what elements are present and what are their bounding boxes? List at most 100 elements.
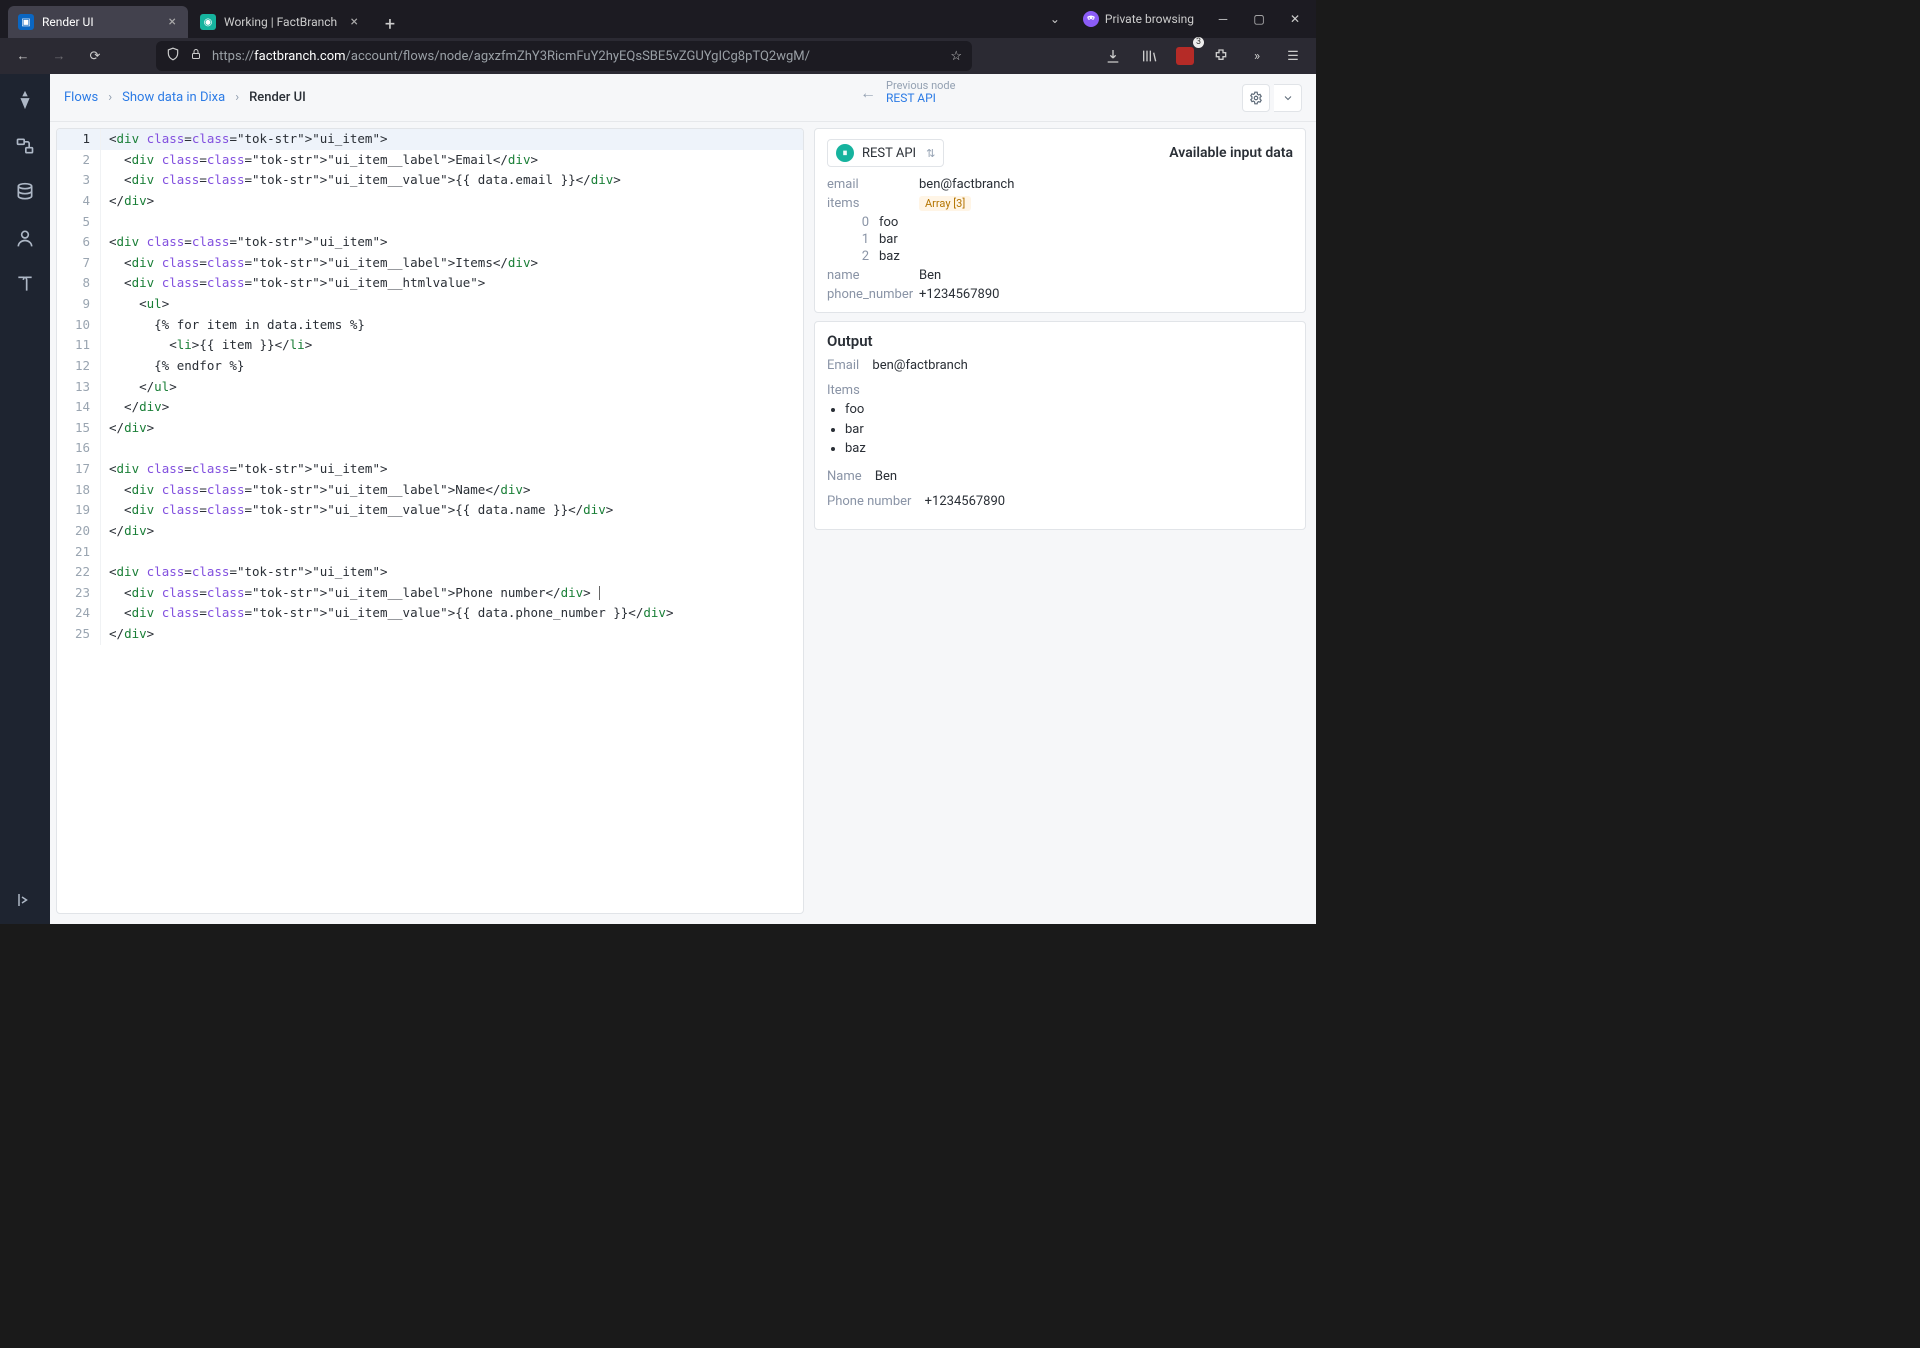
code-content[interactable] [101,212,803,233]
code-editor[interactable]: 1<div class=class="tok-str">"ui_item">2 … [56,128,804,914]
editor-line[interactable]: 10 {% for item in data.items %} [57,315,803,336]
lock-icon[interactable] [190,48,202,64]
editor-line[interactable]: 16 [57,438,803,459]
editor-line[interactable]: 23 <div class=class="tok-str">"ui_item__… [57,583,803,604]
kv-val: Ben [919,268,1293,283]
code-content[interactable]: <div class=class="tok-str">"ui_item"> [101,459,803,480]
docs-icon[interactable] [9,268,41,300]
flows-icon[interactable] [9,130,41,162]
code-content[interactable] [101,438,803,459]
code-content[interactable]: <div class=class="tok-str">"ui_item__lab… [101,150,803,171]
shield-icon[interactable] [166,47,180,65]
editor-line[interactable]: 17<div class=class="tok-str">"ui_item"> [57,459,803,480]
editor-line[interactable]: 21 [57,542,803,563]
url-bar[interactable]: https://factbranch.com/account/flows/nod… [156,41,972,71]
minimize-icon[interactable]: ─ [1208,4,1238,34]
source-node-name: REST API [862,146,916,161]
browser-tab[interactable]: ◉ Working | FactBranch × [190,6,370,38]
settings-icon[interactable] [1242,84,1270,112]
code-content[interactable]: <div class=class="tok-str">"ui_item__lab… [101,480,803,501]
source-node-chip[interactable]: ⏸ REST API ⇅ [827,139,944,167]
forward-icon[interactable]: → [44,41,74,71]
editor-line[interactable]: 7 <div class=class="tok-str">"ui_item__l… [57,253,803,274]
code-content[interactable]: </div> [101,624,803,645]
code-content[interactable]: {% endfor %} [101,356,803,377]
editor-line[interactable]: 14 </div> [57,397,803,418]
code-content[interactable]: <div class=class="tok-str">"ui_item__val… [101,603,803,624]
code-content[interactable]: <li>{{ item }}</li> [101,335,803,356]
editor-line[interactable]: 2 <div class=class="tok-str">"ui_item__l… [57,150,803,171]
code-content[interactable]: </div> [101,418,803,439]
code-content[interactable]: <div class=class="tok-str">"ui_item__val… [101,500,803,521]
downloads-icon[interactable] [1098,41,1128,71]
editor-line[interactable]: 20</div> [57,521,803,542]
editor-line[interactable]: 24 <div class=class="tok-str">"ui_item__… [57,603,803,624]
code-content[interactable]: </div> [101,191,803,212]
code-content[interactable]: </div> [101,397,803,418]
tab-close-icon[interactable]: × [167,14,178,30]
user-icon[interactable] [9,222,41,254]
line-number: 5 [57,212,101,233]
back-icon[interactable]: ← [8,41,38,71]
list-item: foo [845,400,1293,420]
editor-line[interactable]: 19 <div class=class="tok-str">"ui_item__… [57,500,803,521]
bookmark-icon[interactable]: ☆ [950,49,962,64]
items-sublist: 0 foo 1 bar 2 baz [827,215,1293,264]
editor-line[interactable]: 25</div> [57,624,803,645]
out-value: ben@factbranch [872,358,967,373]
code-content[interactable]: </div> [101,521,803,542]
maximize-icon[interactable]: ▢ [1244,4,1274,34]
url-text: https://factbranch.com/account/flows/nod… [212,49,810,64]
editor-line[interactable]: 4</div> [57,191,803,212]
editor-line[interactable]: 12 {% endfor %} [57,356,803,377]
line-number: 23 [57,583,101,604]
extensions-icon[interactable] [1206,41,1236,71]
editor-line[interactable]: 13 </ul> [57,377,803,398]
ublock-icon[interactable]: 3 [1170,41,1200,71]
code-content[interactable]: <div class=class="tok-str">"ui_item__val… [101,170,803,191]
editor-line[interactable]: 6<div class=class="tok-str">"ui_item"> [57,232,803,253]
new-tab-button[interactable]: + [376,10,404,38]
editor-line[interactable]: 11 <li>{{ item }}</li> [57,335,803,356]
code-content[interactable]: </ul> [101,377,803,398]
close-window-icon[interactable]: ✕ [1280,4,1310,34]
previous-node-link[interactable]: ← Previous node REST API [860,80,955,105]
code-content[interactable] [101,542,803,563]
editor-line[interactable]: 5 [57,212,803,233]
prev-node-name: REST API [886,92,955,105]
crumb-flow-name[interactable]: Show data in Dixa [122,90,225,105]
app-menu-icon[interactable]: ☰ [1278,41,1308,71]
private-label: Private browsing [1105,12,1194,26]
editor-line[interactable]: 9 <ul> [57,294,803,315]
editor-line[interactable]: 18 <div class=class="tok-str">"ui_item__… [57,480,803,501]
tab-close-icon[interactable]: × [349,14,360,30]
code-content[interactable]: <div class=class="tok-str">"ui_item__htm… [101,273,803,294]
code-content[interactable]: <div class=class="tok-str">"ui_item"> [101,562,803,583]
code-content[interactable]: <div class=class="tok-str">"ui_item"> [101,129,803,150]
code-content[interactable]: <div class=class="tok-str">"ui_item__lab… [101,583,803,604]
editor-line[interactable]: 1<div class=class="tok-str">"ui_item"> [57,129,803,150]
line-number: 8 [57,273,101,294]
editor-line[interactable]: 3 <div class=class="tok-str">"ui_item__v… [57,170,803,191]
editor-line[interactable]: 15</div> [57,418,803,439]
expand-icon[interactable] [1274,84,1302,112]
tabs-dropdown-icon[interactable]: ⌄ [1041,5,1069,33]
code-content[interactable]: <ul> [101,294,803,315]
line-number: 19 [57,500,101,521]
line-number: 12 [57,356,101,377]
crumb-flows[interactable]: Flows [64,90,98,105]
input-panel-title: Available input data [1169,145,1293,161]
code-content[interactable]: {% for item in data.items %} [101,315,803,336]
reload-icon[interactable]: ⟳ [80,41,110,71]
code-content[interactable]: <div class=class="tok-str">"ui_item__lab… [101,253,803,274]
editor-line[interactable]: 8 <div class=class="tok-str">"ui_item__h… [57,273,803,294]
logo-icon[interactable] [9,84,41,116]
overflow-icon[interactable]: » [1242,41,1272,71]
collapse-icon[interactable] [9,884,41,916]
browser-tab-active[interactable]: ▣ Render UI × [8,6,188,38]
editor-line[interactable]: 22<div class=class="tok-str">"ui_item"> [57,562,803,583]
library-icon[interactable] [1134,41,1164,71]
data-icon[interactable] [9,176,41,208]
item-value: bar [879,232,1293,247]
code-content[interactable]: <div class=class="tok-str">"ui_item"> [101,232,803,253]
